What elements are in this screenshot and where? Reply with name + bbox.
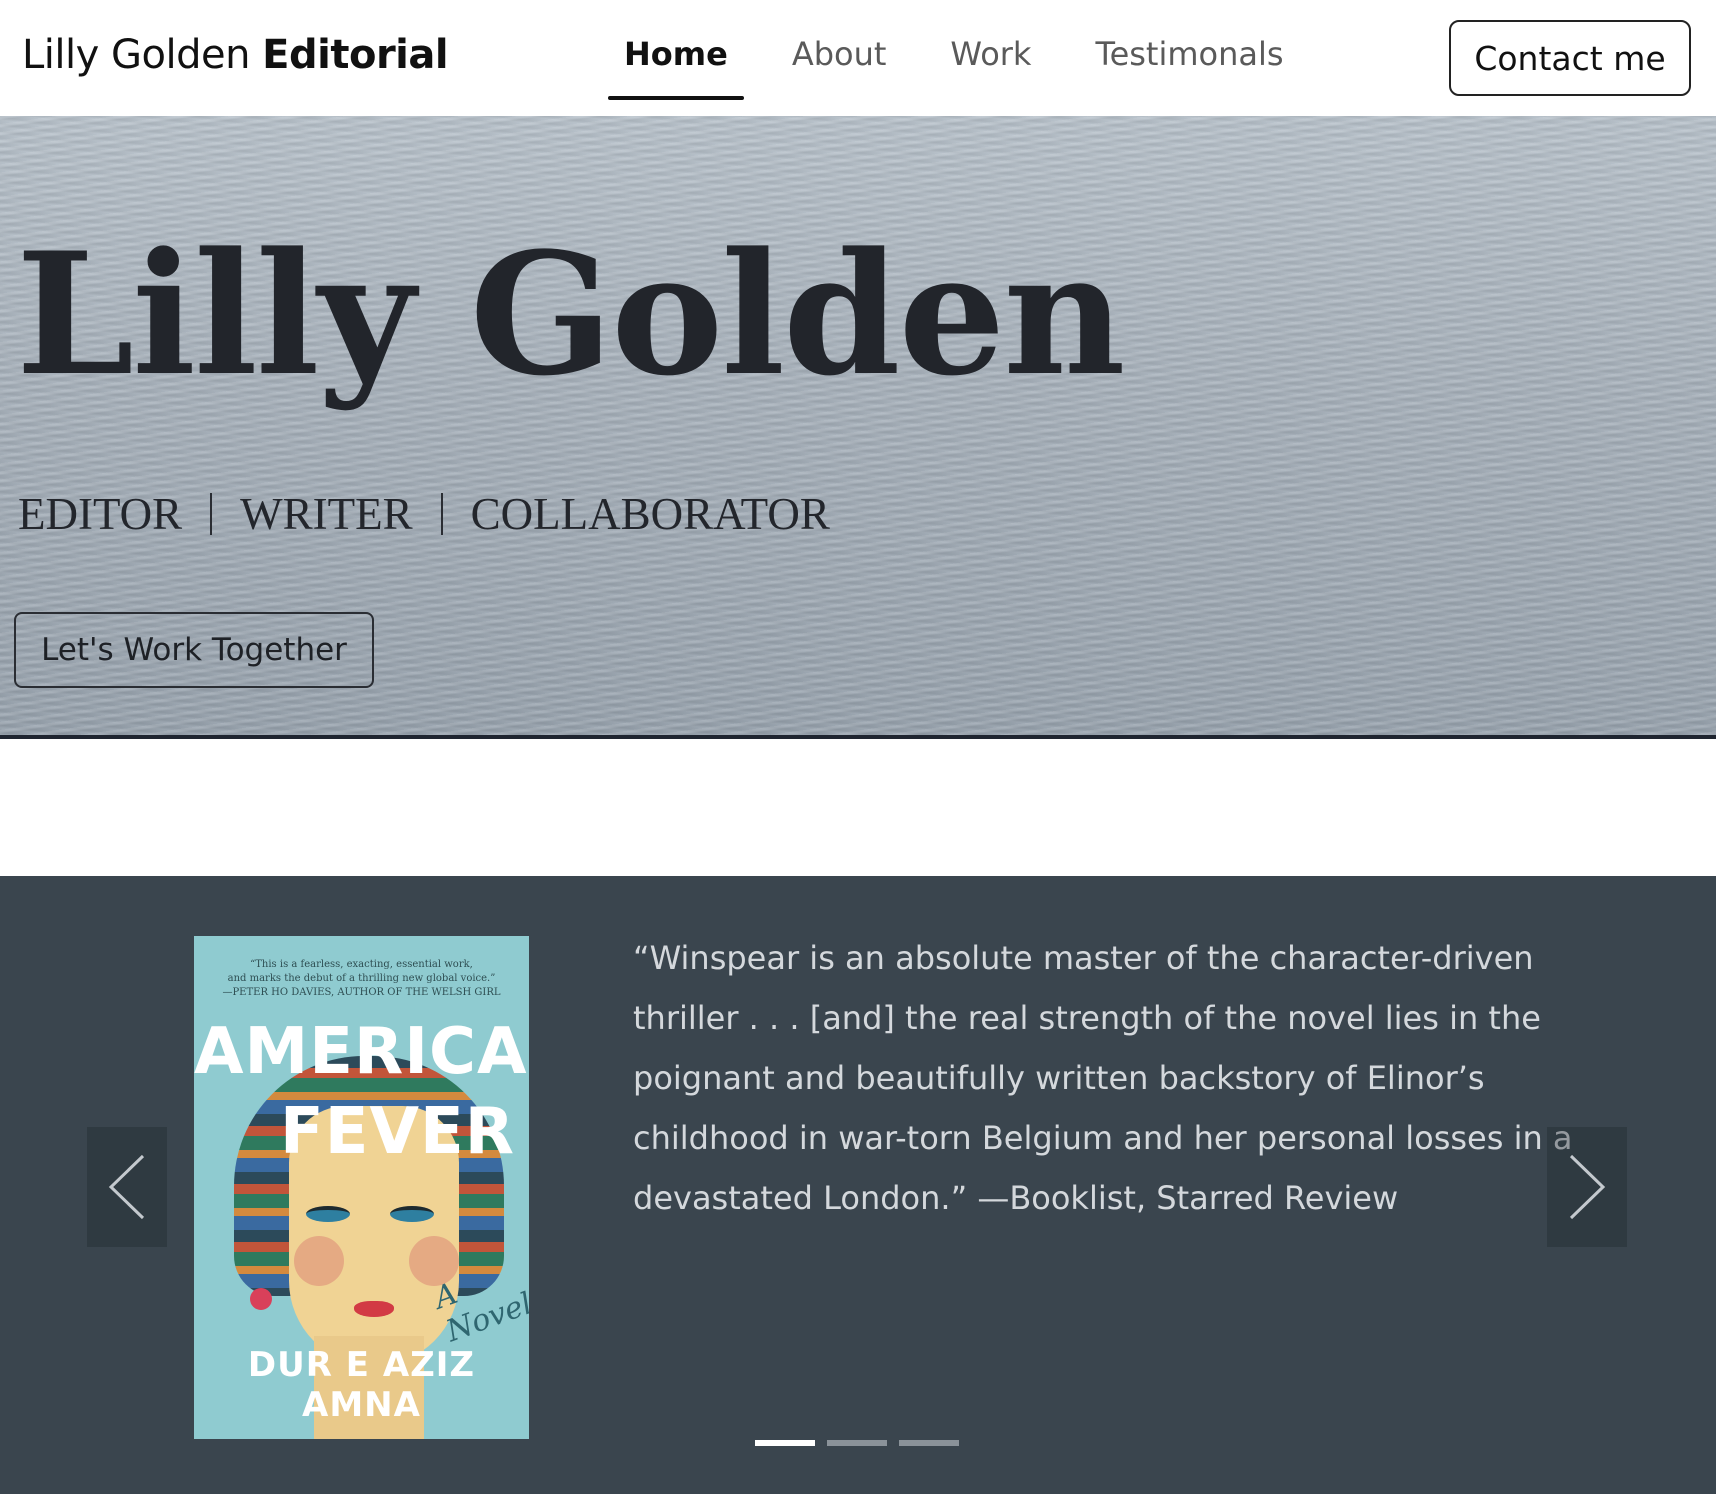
book-cover-image: “This is a fearless, exacting, essential… xyxy=(194,936,529,1439)
cover-illustration-lips xyxy=(354,1301,394,1317)
book-blurb-credit: —PETER HO DAVIES, AUTHOR OF THE WELSH GI… xyxy=(222,987,501,998)
nav-home[interactable]: Home xyxy=(608,0,744,116)
role-editor: EDITOR xyxy=(18,489,183,539)
book-title-line: AMERICAN xyxy=(194,1015,529,1089)
nav-about[interactable]: About xyxy=(776,0,903,116)
brand-logo[interactable]: Lilly Golden Editorial xyxy=(22,32,449,78)
testimonial-carousel: “This is a fearless, exacting, essential… xyxy=(0,876,1716,1494)
work-together-button[interactable]: Let's Work Together xyxy=(14,612,374,688)
brand-name: Lilly Golden xyxy=(22,32,250,78)
book-blurb-line: and marks the debut of a thrilling new g… xyxy=(227,973,496,984)
book-blurb-line: “This is a fearless, exacting, essential… xyxy=(250,959,473,970)
carousel-indicator-2[interactable] xyxy=(827,1440,887,1446)
site-header: Lilly Golden Editorial Home About Work T… xyxy=(0,0,1716,116)
main-nav: Home About Work Testimonals xyxy=(608,0,1332,116)
chevron-right-icon xyxy=(1569,1154,1606,1220)
carousel-indicators xyxy=(755,1440,971,1446)
carousel-indicator-1[interactable] xyxy=(755,1440,815,1446)
role-collaborator: COLLABORATOR xyxy=(470,489,830,539)
hero-section: Lilly Golden EDITOR WRITER COLLABORATOR … xyxy=(0,116,1716,739)
book-title-line: FEVER xyxy=(280,1095,515,1169)
cover-illustration-cheek xyxy=(294,1236,344,1286)
nav-testimonials[interactable]: Testimonals xyxy=(1079,0,1299,116)
cover-illustration-eye xyxy=(306,1206,350,1222)
cover-illustration-earring xyxy=(250,1288,272,1310)
book-title: AMERICAN FEVER xyxy=(194,1012,529,1172)
book-author: DUR E AZIZ AMNA xyxy=(247,1345,476,1425)
brand-suffix: Editorial xyxy=(262,32,449,78)
carousel-next-button[interactable] xyxy=(1547,1127,1627,1247)
contact-button[interactable]: Contact me xyxy=(1449,20,1691,96)
role-divider xyxy=(210,493,213,535)
nav-work[interactable]: Work xyxy=(934,0,1047,116)
cover-illustration-eye xyxy=(390,1206,434,1222)
role-writer: WRITER xyxy=(240,489,413,539)
chevron-left-icon xyxy=(108,1154,145,1220)
role-divider xyxy=(440,493,443,535)
carousel-prev-button[interactable] xyxy=(87,1127,167,1247)
hero-title: Lilly Golden xyxy=(16,215,1126,413)
carousel-indicator-3[interactable] xyxy=(899,1440,959,1446)
hero-roles: EDITOR WRITER COLLABORATOR xyxy=(18,488,830,540)
testimonial-quote: “Winspear is an absolute master of the c… xyxy=(633,939,1573,1217)
book-blurb: “This is a fearless, exacting, essential… xyxy=(204,958,519,1000)
